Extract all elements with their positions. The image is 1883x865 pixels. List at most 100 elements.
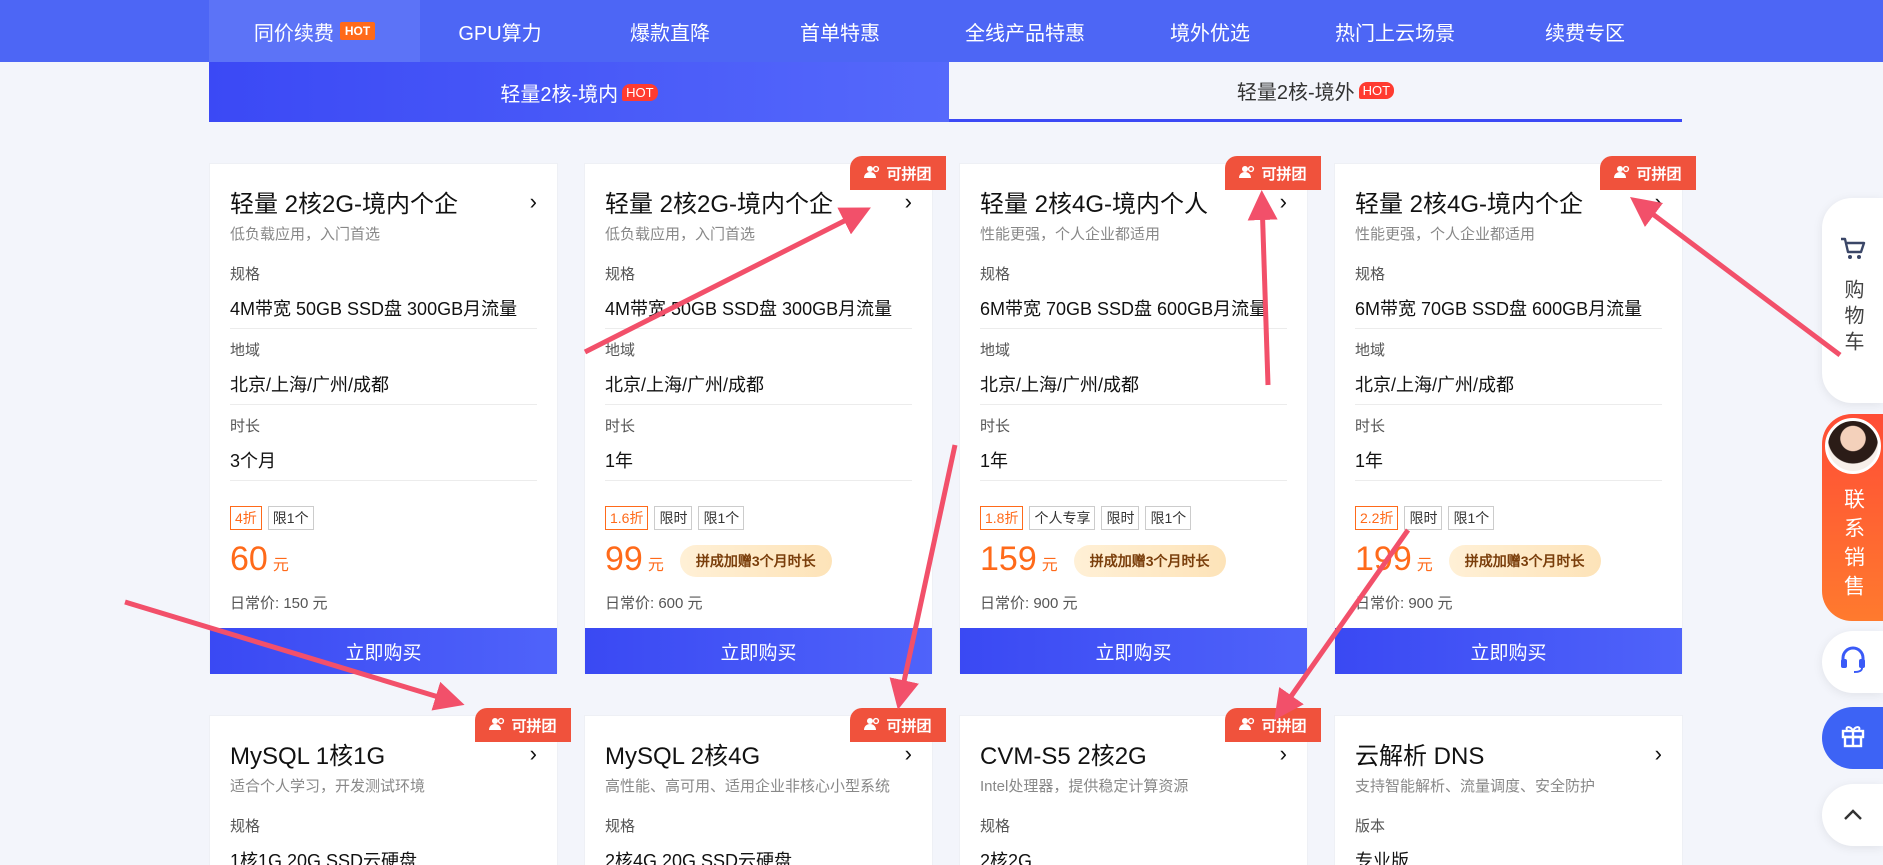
divider — [230, 404, 537, 405]
region-label: 地域 — [230, 342, 261, 359]
tab-label: 轻量2核-境外 — [1236, 82, 1355, 104]
chevron-up-icon — [1842, 802, 1864, 828]
nav-item-first-order[interactable]: 首单特惠 — [760, 0, 920, 62]
tag-list: 1.6折 限时 限1个 — [605, 506, 745, 530]
divider — [230, 480, 537, 481]
hot-badge: HOT — [622, 83, 658, 101]
spec-value: 4M带宽 50GB SSD盘 300GB月流量 — [230, 299, 518, 319]
card-title: 云解析 DNS — [1355, 743, 1485, 770]
product-card[interactable]: 可拼团 轻量 2核4G-境内个企 › 性能更强，个人企业都适用 规格 6M带宽 70GB … — [1334, 156, 1696, 674]
tag: 4折 — [230, 506, 262, 530]
chevron-right-icon[interactable]: › — [905, 741, 912, 767]
hot-badge: HOT — [339, 22, 376, 40]
chevron-right-icon[interactable]: › — [1655, 741, 1662, 767]
spec-label: 规格 — [980, 266, 1011, 283]
cart-icon — [1839, 236, 1867, 269]
nav-item-label: 热门上云场景 — [1335, 22, 1455, 45]
group-buy-label: 可拼团 — [886, 717, 932, 735]
divider — [980, 328, 1287, 329]
spec-value: 4M带宽 50GB SSD盘 300GB月流量 — [605, 299, 893, 319]
gift-button[interactable] — [1822, 707, 1883, 769]
product-card[interactable]: 可拼团 轻量 2核4G-境内个人 › 性能更强，个人企业都适用 规格 6M带宽 70GB … — [959, 156, 1321, 674]
card-subtitle: 性能更强，个人企业都适用 — [980, 226, 1161, 243]
nav-item-gpu[interactable]: GPU算力 — [420, 0, 580, 62]
product-card[interactable]: 可拼团 CVM-S5 2核2G › Intel处理器，提供稳定计算资源 规格 2核2G — [959, 708, 1321, 865]
spec-label: 规格 — [605, 818, 636, 835]
product-card[interactable]: 云解析 DNS › 支持智能解析、流量调度、安全防护 版本 专业版 — [1334, 715, 1683, 865]
spec-value: 6M带宽 70GB SSD盘 600GB月流量 — [1355, 299, 1643, 319]
region-value: 北京/上海/广州/成都 — [980, 375, 1140, 395]
chevron-right-icon[interactable]: › — [1280, 741, 1287, 767]
product-card[interactable]: 可拼团 轻量 2核2G-境内个企 › 低负载应用，入门首选 规格 4M带宽 50GB SS… — [584, 156, 946, 674]
nav-item-renew-same-price[interactable]: 同价续费 HOT — [209, 0, 420, 62]
nav-item-renewal-zone[interactable]: 续费专区 — [1500, 0, 1670, 62]
chevron-right-icon[interactable]: › — [1280, 189, 1287, 215]
buy-now-button[interactable]: 立即购买 — [585, 628, 932, 674]
card-title: 轻量 2核4G-境内个人 — [980, 191, 1209, 218]
region-label: 地域 — [605, 342, 636, 359]
price-unit: 元 — [647, 557, 664, 574]
product-card[interactable]: 可拼团 MySQL 2核4G › 高性能、高可用、适用企业非核心小型系统 规格 2核4G … — [584, 708, 946, 865]
top-nav: 同价续费 HOT GPU算力 爆款直降 首单特惠 全线产品特惠 境外优选 热门上… — [0, 0, 1883, 62]
original-price: 日常价: 150 元 — [230, 595, 328, 612]
divider — [230, 328, 537, 329]
nav-item-label: 续费专区 — [1545, 22, 1625, 45]
divider — [1355, 480, 1662, 481]
buy-now-button[interactable]: 立即购买 — [1335, 628, 1682, 674]
spec-value: 2核4G 20G SSD云硬盘 — [605, 851, 793, 865]
avatar — [1824, 418, 1881, 474]
duration-value: 1年 — [1355, 451, 1384, 471]
tag: 限1个 — [698, 506, 745, 530]
chevron-right-icon[interactable]: › — [530, 189, 537, 215]
divider — [980, 480, 1287, 481]
price: 60 — [230, 540, 268, 578]
product-card[interactable]: 可拼团 MySQL 1核1G › 适合个人学习，开发测试环境 规格 1核1G 20G SS… — [209, 708, 571, 865]
spec-value: 2核2G — [980, 851, 1033, 865]
original-price: 日常价: 600 元 — [605, 595, 703, 612]
spec-value: 1核1G 20G SSD云硬盘 — [230, 851, 418, 865]
price: 199 — [1355, 540, 1412, 578]
nav-item-label: GPU算力 — [458, 22, 542, 45]
product-card[interactable]: 轻量 2核2G-境内个企 › 低负载应用，入门首选 规格 4M带宽 50GB SSD盘 … — [209, 163, 558, 674]
card-title: 轻量 2核4G-境内个企 — [1355, 191, 1584, 218]
card-title: CVM-S5 2核2G — [980, 743, 1147, 770]
duration-value: 1年 — [605, 451, 634, 471]
divider — [1355, 404, 1662, 405]
nav-item-all-products[interactable]: 全线产品特惠 — [920, 0, 1130, 62]
divider — [605, 404, 912, 405]
buy-now-button[interactable]: 立即购买 — [210, 628, 557, 674]
price: 159 — [980, 540, 1037, 578]
cart-button[interactable]: 购物车 — [1822, 198, 1883, 403]
spec-value: 专业版 — [1355, 851, 1409, 865]
group-buy-label: 可拼团 — [511, 717, 557, 735]
nav-item-overseas[interactable]: 境外优选 — [1130, 0, 1290, 62]
duration-value: 3个月 — [230, 451, 277, 471]
group-buy-label: 可拼团 — [1261, 165, 1307, 183]
user-group-icon — [1239, 165, 1255, 182]
contact-sales-button[interactable]: 联系销售 — [1822, 414, 1883, 621]
spec-label: 规格 — [1355, 266, 1386, 283]
tab-label: 轻量2核-境内 — [500, 83, 619, 106]
tab-overseas[interactable]: 轻量2核-境外 HOT — [949, 62, 1682, 122]
nav-item-hot-deals[interactable]: 爆款直降 — [580, 0, 760, 62]
card-subtitle: 低负载应用，入门首选 — [605, 226, 756, 243]
nav-item-cloud-scenarios[interactable]: 热门上云场景 — [1290, 0, 1500, 62]
scroll-top-button[interactable] — [1822, 784, 1883, 846]
tag-list: 2.2折 限时 限1个 — [1355, 506, 1495, 530]
chevron-right-icon[interactable]: › — [530, 741, 537, 767]
chevron-right-icon[interactable]: › — [1655, 189, 1662, 215]
chevron-right-icon[interactable]: › — [905, 189, 912, 215]
price: 99 — [605, 540, 643, 578]
duration-label: 时长 — [605, 418, 636, 435]
spec-label: 规格 — [230, 818, 261, 835]
buy-now-button[interactable]: 立即购买 — [960, 628, 1307, 674]
duration-label: 时长 — [230, 418, 261, 435]
card-title: MySQL 1核1G — [230, 743, 386, 770]
tab-domestic[interactable]: 轻量2核-境内 HOT — [209, 62, 949, 122]
card-subtitle: 支持智能解析、流量调度、安全防护 — [1355, 778, 1596, 795]
original-price: 日常价: 900 元 — [1355, 595, 1453, 612]
support-button[interactable] — [1822, 631, 1883, 693]
tag-list: 4折 限1个 — [230, 506, 314, 530]
duration-value: 1年 — [980, 451, 1009, 471]
cart-label: 购物车 — [1841, 279, 1863, 357]
